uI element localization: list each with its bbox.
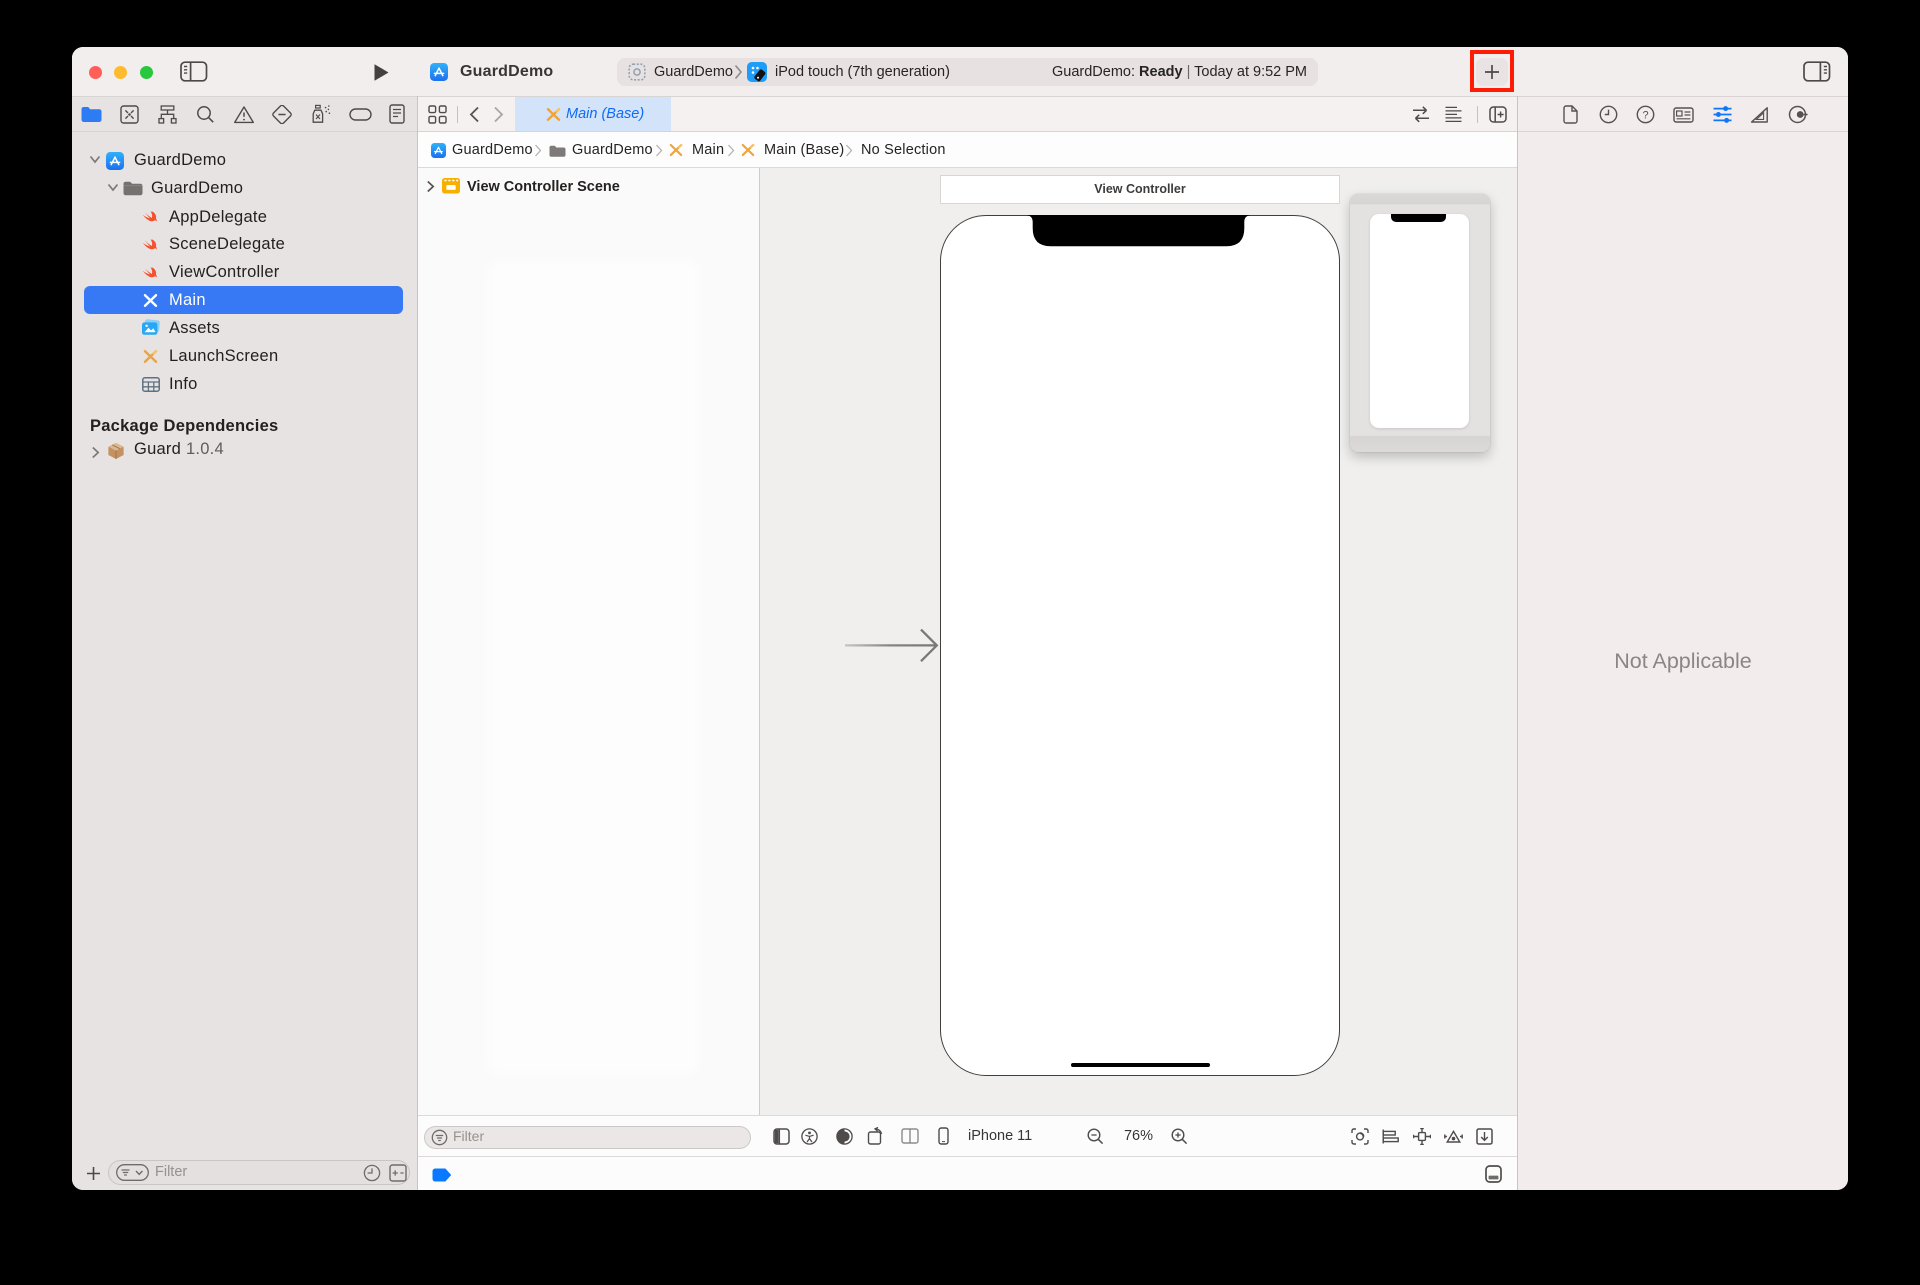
svg-text:?: ? [1642, 109, 1648, 121]
